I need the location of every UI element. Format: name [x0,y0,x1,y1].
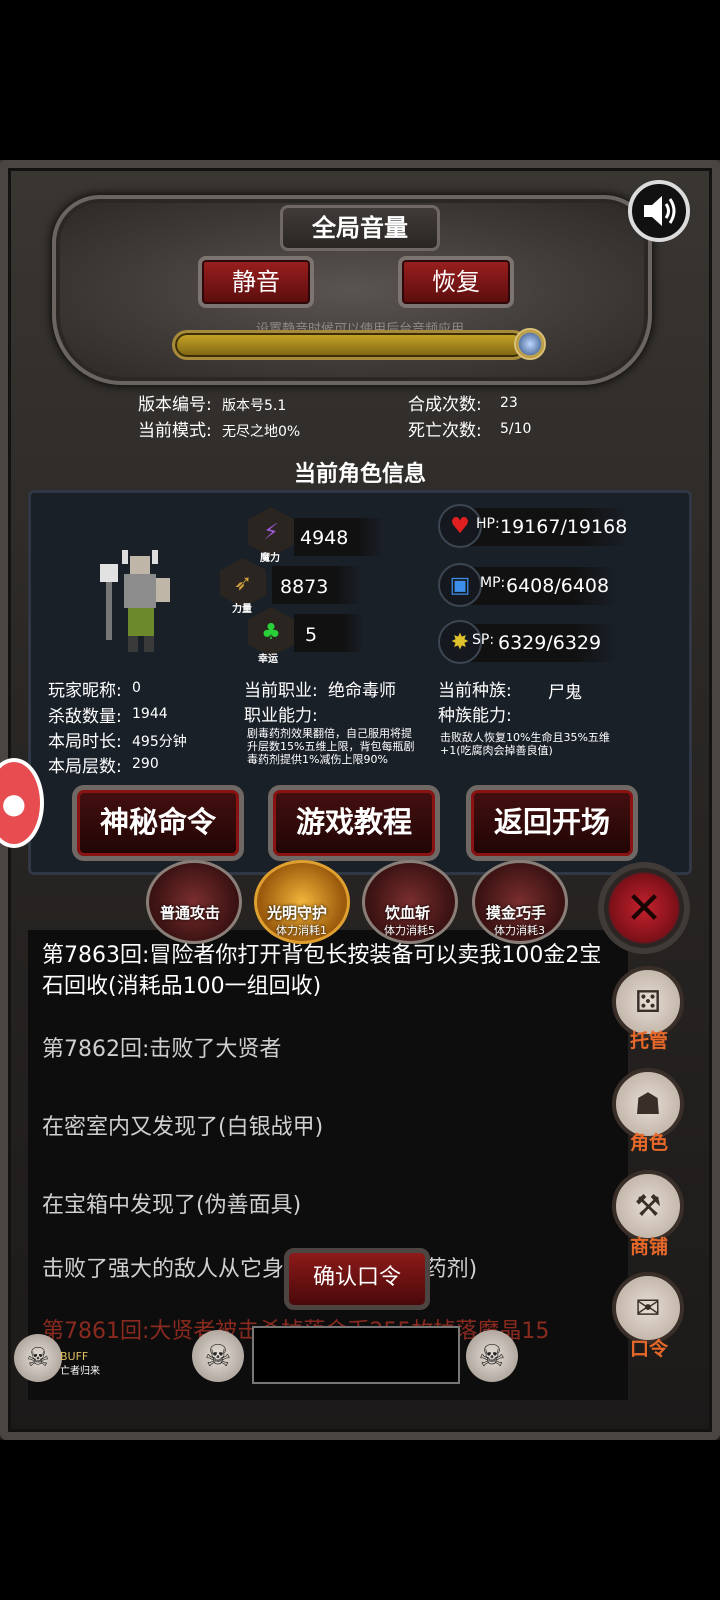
floor-value: 290 [132,756,159,772]
floor-label: 本局层数: [48,757,122,777]
duration-label: 本局时长: [48,732,122,752]
command-label: 口令 [629,1338,668,1360]
log-line: 在宝箱中发现了(伪善面具) [42,1193,302,1218]
hooded-figure-icon: ☗ [634,1086,662,1122]
luck-label: 幸运 [258,654,278,665]
job-ability-label: 职业能力: [244,706,318,726]
strength-label: 力量 [232,604,252,615]
mode-value: 无尽之地0% [222,424,301,440]
auto-label: 托管 [629,1030,668,1052]
kills-value: 1944 [132,706,168,722]
volume-slider-knob[interactable] [514,328,546,360]
character-sprite [100,550,170,652]
duration-value: 495分钟 [132,734,187,750]
log-line: 第7862回:击败了大贤者 [42,1037,282,1062]
shop-label: 商铺 [629,1236,668,1258]
race-value: 尸鬼 [548,683,582,703]
sp-label: SP: [472,632,495,648]
close-button[interactable]: ✕ [598,862,690,954]
sp-value: 6329/6329 [498,632,602,654]
restore-button[interactable]: 恢复 [398,256,514,308]
version-label: 版本编号: [138,395,212,415]
buff-skull-icon[interactable]: ☠ [14,1334,62,1382]
mp-value: 6408/6408 [506,575,610,597]
volume-title: 全局音量 [280,205,440,251]
skill-name: 饮血斩 [385,904,431,922]
close-icon: ✕ [625,882,663,934]
mana-icon: ▣ [438,563,482,607]
nickname-label: 玩家昵称: [48,681,122,701]
skill-cost: 体力消耗1 [276,924,327,937]
magic-value: 4948 [300,527,349,549]
hp-label: HP: [476,516,500,532]
skill-name: 摸金巧手 [486,904,547,922]
skill-name: 光明守护 [267,904,328,922]
version-value: 版本号5.1 [222,398,287,414]
command-input[interactable] [252,1326,460,1384]
craft-value: 23 [500,395,518,411]
strength-value: 8873 [280,576,329,598]
skull-icon-right: ☠ [466,1330,518,1382]
job-value: 绝命毒师 [328,681,396,701]
dice-icon: ⚄ [634,984,662,1020]
sound-toggle-button[interactable] [628,180,690,242]
mp-label: MP: [480,575,506,591]
mode-label: 当前模式: [138,421,212,441]
death-value: 5/10 [500,421,532,437]
shop-icon: ⚒ [634,1188,662,1224]
role-label: 角色 [629,1132,668,1154]
character-section-title: 当前角色信息 [293,462,426,487]
magic-label: 魔力 [260,553,280,564]
confirm-command-button[interactable]: 确认口令 [284,1248,430,1310]
skull-icon-left: ☠ [192,1330,244,1382]
skill-cost: 体力消耗5 [384,924,435,937]
scroll-icon: ✉ [635,1290,661,1326]
log-line: 在密室内又发现了(白银战甲) [42,1115,324,1140]
job-label: 当前职业: [244,681,318,701]
mystery-command-button[interactable]: 神秘命令 [72,785,244,861]
back-to-start-button[interactable]: 返回开场 [466,785,638,861]
buff-subtitle: 亡者归来 [60,1366,100,1377]
mute-button[interactable]: 静音 [198,256,314,308]
race-ability-text: 击败敌人恢复10%生命且35%五维+1(吃腐肉会掉善良值) [440,731,610,757]
tutorial-button[interactable]: 游戏教程 [268,785,440,861]
hp-value: 19167/19168 [500,516,628,538]
user-icon: ● [1,786,26,820]
skill-cost: 体力消耗3 [494,924,545,937]
log-line: 第7863回:冒险者你打开背包长按装备可以卖我100金2宝石回收(消耗品100一… [42,943,602,999]
death-label: 死亡次数: [408,421,482,441]
craft-label: 合成次数: [408,395,482,415]
volume-slider[interactable] [172,330,528,360]
race-ability-label: 种族能力: [438,706,512,726]
skill-name: 普通攻击 [160,904,221,922]
luck-value: 5 [305,624,318,646]
race-label: 当前种族: [438,681,512,701]
job-ability-text: 剧毒药剂效果翻倍，自己服用将提升层数15%五维上限，背包每瓶剧毒药剂提供1%减伤… [247,727,415,766]
speaker-icon [644,196,676,226]
nickname-value: 0 [132,680,141,696]
kills-label: 杀敌数量: [48,707,122,727]
